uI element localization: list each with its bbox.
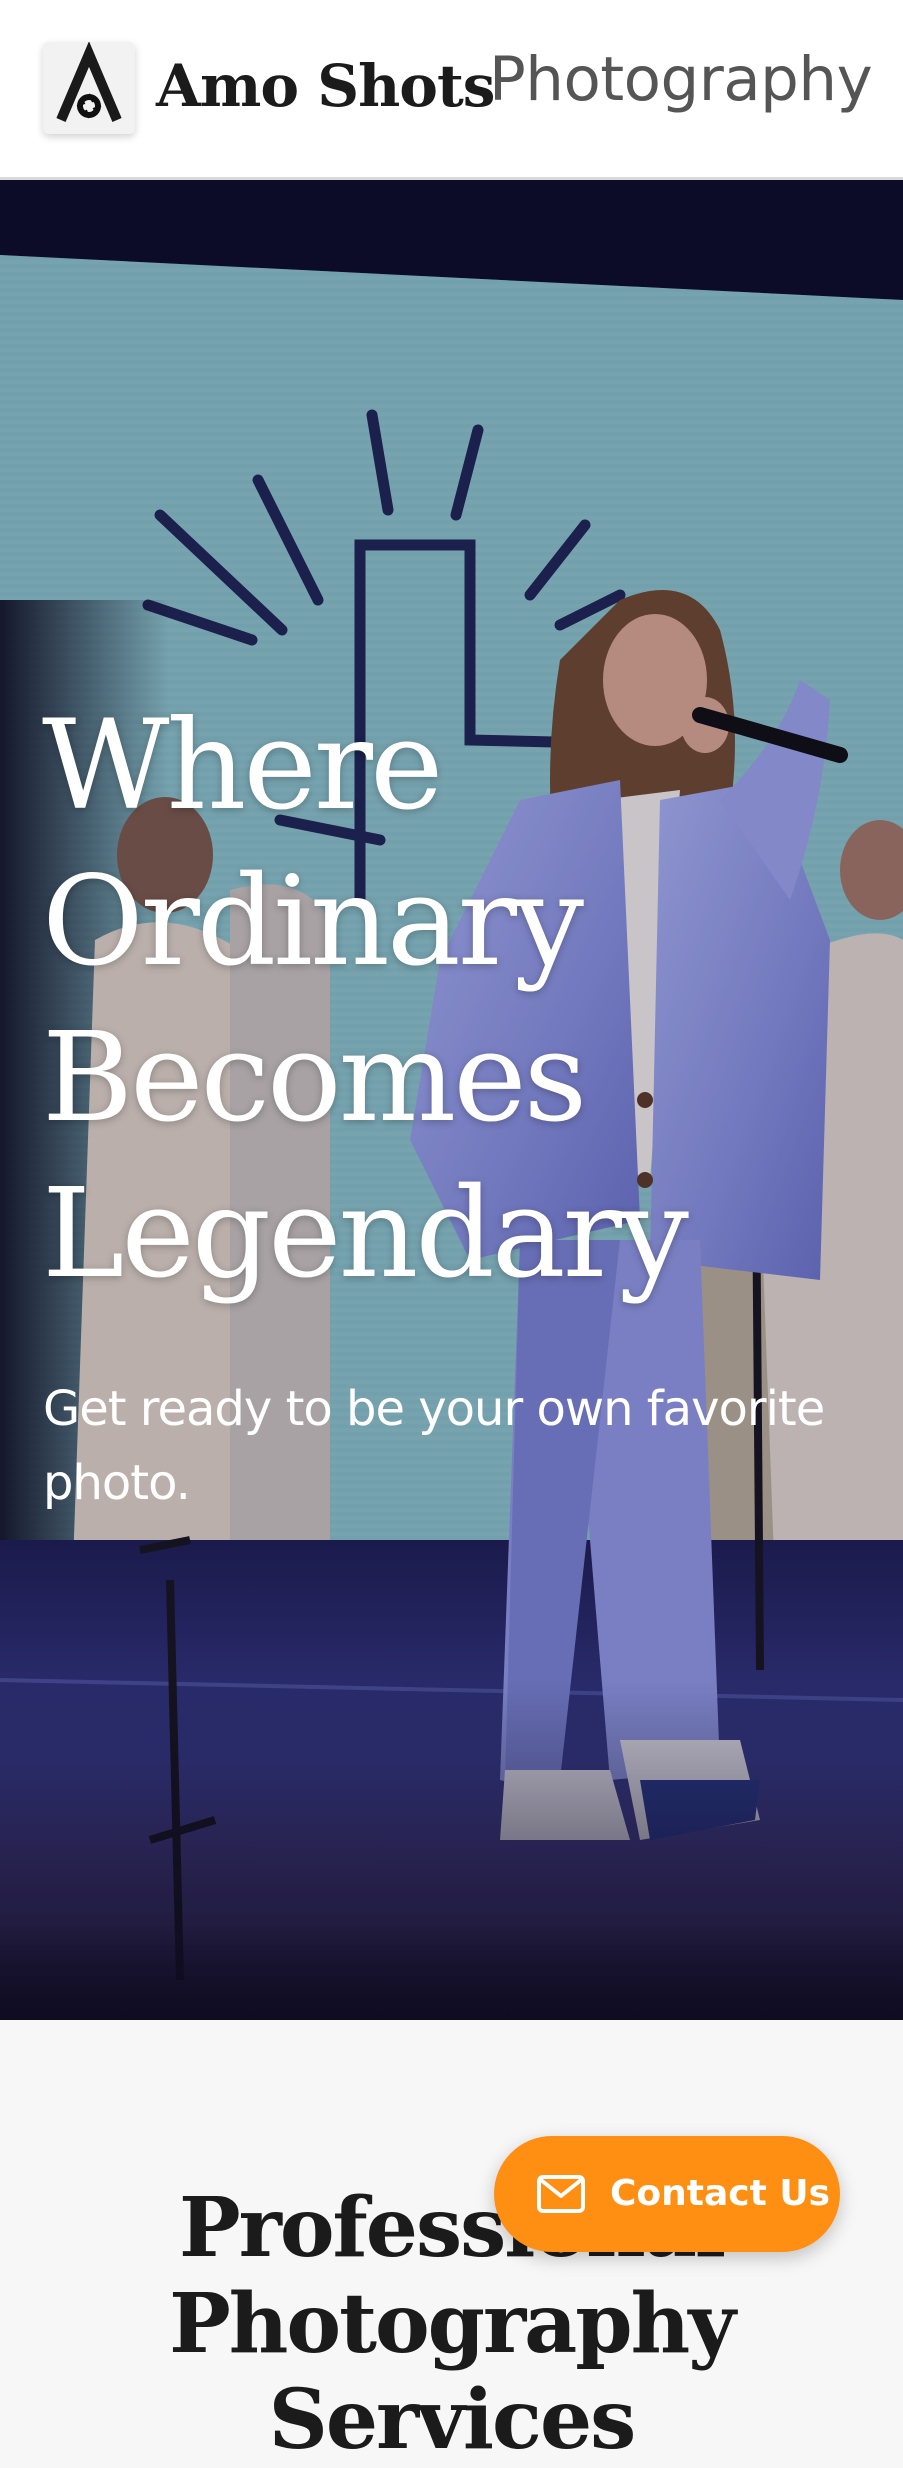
contact-us-label: Contact Us [610, 2173, 831, 2214]
camera-aperture-logo-icon [56, 42, 122, 122]
hero-subheading: Get ready to be your own favorite photo. [43, 1381, 825, 1511]
site-header: Amo Shots Photography [0, 0, 903, 180]
hero-section: Where Ordinary Becomes Legendary Get rea… [0, 180, 903, 2020]
hero-heading-line: Where [42, 694, 443, 838]
brand-name[interactable]: Amo Shots [156, 50, 495, 122]
contact-us-button[interactable]: Contact Us [494, 2136, 840, 2252]
hero-heading: Where Ordinary Becomes Legendary [42, 688, 822, 1312]
brand-tagline[interactable]: Photography [489, 44, 873, 116]
mail-icon [537, 2175, 585, 2213]
hero-heading-line: Becomes [42, 1006, 587, 1150]
hero-heading-line: Ordinary [42, 850, 584, 994]
logo[interactable] [43, 42, 135, 134]
hero-heading-line: Legendary [42, 1162, 689, 1306]
